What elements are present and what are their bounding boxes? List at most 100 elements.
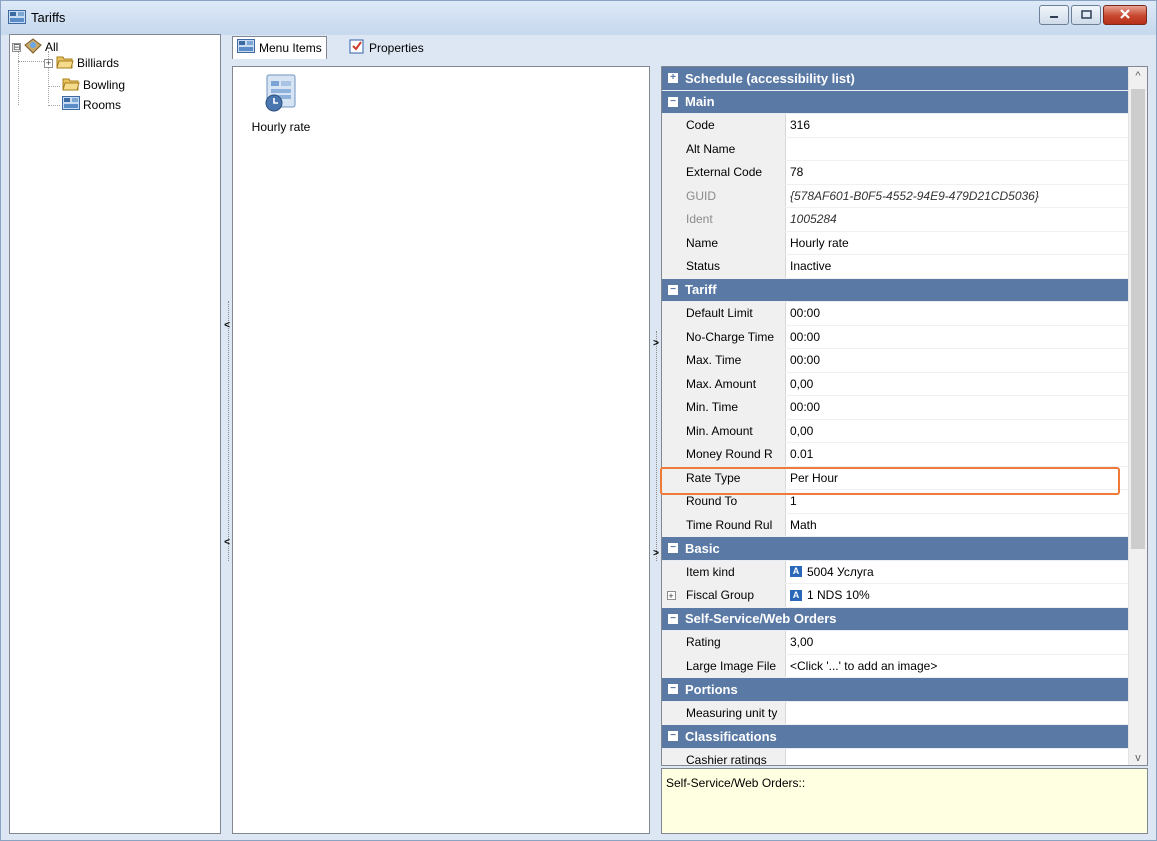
tree-item-label: Bowling (83, 78, 126, 92)
title-bar[interactable]: Tariffs (1, 1, 1156, 33)
property-category[interactable]: − Portions (662, 678, 1128, 702)
property-name: Name (680, 231, 786, 254)
property-row[interactable]: Round To 1 (662, 490, 1128, 514)
property-value[interactable]: Hourly rate (786, 236, 1128, 250)
property-value-text: 1 (790, 494, 797, 509)
property-value-text: Per Hour (790, 470, 839, 485)
property-row[interactable]: Min. Amount 0,00 (662, 419, 1128, 443)
scroll-thumb[interactable] (1131, 89, 1145, 549)
property-row[interactable]: Ident 1005284 (662, 208, 1128, 232)
property-value-text: 00:00 (790, 353, 821, 368)
property-row[interactable]: Max. Amount 0,00 (662, 372, 1128, 396)
expand-toggle[interactable]: + (44, 58, 53, 68)
property-value[interactable]: 00:00 (786, 330, 1128, 344)
tree-item-bowling[interactable]: Bowling (62, 77, 125, 93)
tree-item-label: Rooms (83, 98, 122, 112)
property-row[interactable]: Max. Time 00:00 (662, 349, 1128, 373)
reference-badge-icon: A (790, 589, 802, 601)
maximize-button[interactable] (1071, 5, 1101, 25)
left-splitter[interactable] (228, 301, 229, 561)
property-row[interactable]: Item kind A 5004 Услуга (662, 560, 1128, 584)
collapse-toggle[interactable]: ⊟ (12, 42, 21, 52)
property-row[interactable]: Default Limit 00:00 (662, 302, 1128, 326)
property-row[interactable]: Large Image File <Click '...' to add an i… (662, 654, 1128, 678)
property-value[interactable]: 3,00 (786, 635, 1128, 649)
collapse-icon[interactable]: − (668, 543, 678, 554)
tab-menu-items[interactable]: Menu Items (232, 36, 327, 59)
property-value[interactable]: {578AF601-B0F5-4552-94E9-479D21CD5036} (786, 189, 1128, 203)
property-row[interactable]: Min. Time 00:00 (662, 396, 1128, 420)
tree-item-billiards[interactable]: + Billiards (44, 55, 119, 71)
property-row[interactable]: Cashier ratings (662, 748, 1128, 765)
property-value[interactable]: 316 (786, 118, 1128, 132)
property-value[interactable]: 0,00 (786, 377, 1128, 391)
property-value[interactable]: A 1 NDS 10% (786, 588, 1128, 602)
menu-item-hourly-rate[interactable]: Hourly rate (245, 73, 317, 134)
property-row[interactable]: Rating 3,00 (662, 631, 1128, 655)
property-row[interactable]: Alt Name (662, 137, 1128, 161)
property-value[interactable]: Math (786, 518, 1128, 532)
group-tree[interactable]: ⊟ All + Billiards Bowling Rooms (9, 34, 221, 834)
right-splitter[interactable] (656, 331, 657, 561)
property-grid[interactable]: + Schedule (accessibility list) − Main Code 3… (661, 66, 1148, 766)
row-gutter (662, 255, 680, 278)
property-row[interactable]: Time Round Rul Math (662, 513, 1128, 537)
property-value[interactable]: 1 (786, 494, 1128, 508)
expand-icon[interactable]: + (666, 590, 676, 600)
collapse-icon[interactable]: − (668, 96, 678, 107)
property-row[interactable]: Code 316 (662, 114, 1128, 138)
property-value[interactable]: 1005284 (786, 212, 1128, 226)
scroll-down-button[interactable]: v (1129, 749, 1147, 765)
property-value[interactable]: 00:00 (786, 353, 1128, 367)
expand-right-button[interactable]: > (652, 548, 660, 560)
property-value[interactable]: 0.01 (786, 447, 1128, 461)
property-category[interactable]: + Schedule (accessibility list) (662, 67, 1128, 91)
property-category[interactable]: − Tariff (662, 278, 1128, 302)
scroll-up-button[interactable]: ^ (1129, 67, 1147, 85)
property-row[interactable]: External Code 78 (662, 161, 1128, 185)
property-value[interactable]: 78 (786, 165, 1128, 179)
property-value[interactable]: 00:00 (786, 400, 1128, 414)
property-row[interactable]: + Fiscal Group A 1 NDS 10% (662, 584, 1128, 608)
close-button[interactable] (1103, 5, 1147, 25)
property-value-text: 3,00 (790, 635, 814, 650)
tab-properties[interactable]: Properties (345, 37, 428, 58)
property-category[interactable]: − Self-Service/Web Orders (662, 607, 1128, 631)
property-value-text: 78 (790, 165, 804, 180)
property-category[interactable]: − Basic (662, 537, 1128, 561)
property-name: Min. Time (680, 396, 786, 419)
property-name: GUID (680, 184, 786, 207)
property-category[interactable]: − Classifications (662, 725, 1128, 749)
property-value[interactable]: 00:00 (786, 306, 1128, 320)
property-value[interactable]: 0,00 (786, 424, 1128, 438)
menu-items-panel[interactable]: Hourly rate (232, 66, 650, 834)
property-value[interactable]: Per Hour (786, 471, 1128, 485)
category-label: Tariff (685, 282, 717, 298)
property-value[interactable]: <Click '...' to add an image> (786, 659, 1128, 673)
category-label: Schedule (accessibility list) (685, 70, 855, 86)
collapse-icon[interactable]: − (668, 731, 678, 742)
row-gutter (662, 161, 680, 184)
collapse-left-button[interactable]: < (223, 537, 231, 549)
property-row[interactable]: Name Hourly rate (662, 231, 1128, 255)
collapse-icon[interactable]: − (668, 284, 678, 295)
minimize-button[interactable] (1039, 5, 1069, 25)
property-row[interactable]: GUID {578AF601-B0F5-4552-94E9-479D21CD503… (662, 184, 1128, 208)
tree-item-all[interactable]: ⊟ All (12, 37, 58, 55)
tree-item-rooms[interactable]: Rooms (62, 96, 122, 113)
collapse-icon[interactable]: − (668, 684, 678, 695)
property-row[interactable]: Rate Type Per Hour (662, 466, 1128, 490)
property-row[interactable]: Status Inactive (662, 255, 1128, 279)
category-label: Self-Service/Web Orders (685, 611, 837, 627)
expand-right-button[interactable]: > (652, 338, 660, 350)
property-row[interactable]: Money Round R 0.01 (662, 443, 1128, 467)
property-category[interactable]: − Main (662, 90, 1128, 114)
property-row[interactable]: No-Charge Time 00:00 (662, 325, 1128, 349)
expand-icon[interactable]: + (668, 73, 678, 84)
property-value[interactable]: A 5004 Услуга (786, 565, 1128, 579)
property-grid-scrollbar[interactable]: ^ v (1128, 67, 1147, 765)
collapse-icon[interactable]: − (668, 613, 678, 624)
property-row[interactable]: Measuring unit ty (662, 701, 1128, 725)
property-value[interactable]: Inactive (786, 259, 1128, 273)
collapse-left-button[interactable]: < (223, 320, 231, 332)
